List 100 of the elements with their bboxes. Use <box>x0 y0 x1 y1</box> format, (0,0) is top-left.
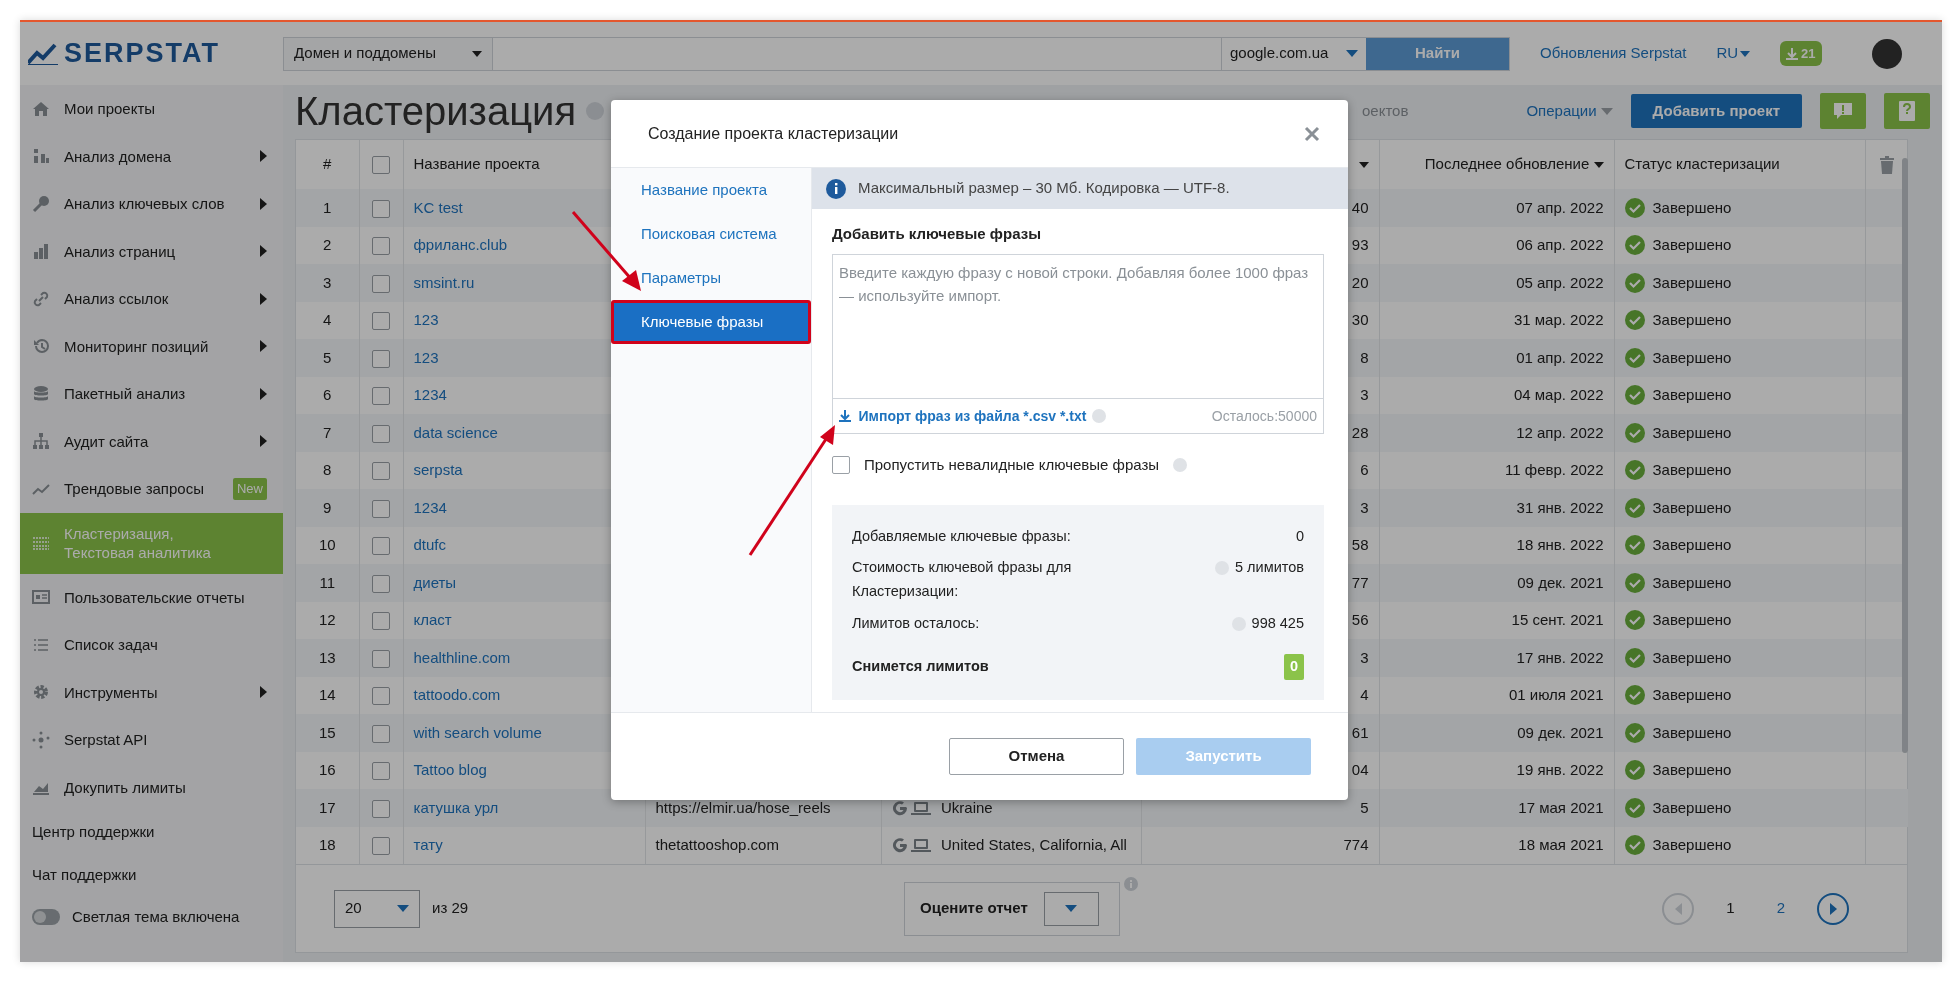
checkbox[interactable] <box>372 649 390 668</box>
checkbox[interactable] <box>372 156 390 175</box>
page-link[interactable]: 1 <box>1716 897 1745 920</box>
checkbox[interactable] <box>372 687 390 706</box>
sidebar-link[interactable]: Центр поддержки <box>20 811 283 854</box>
summary-label: Добавляемые ключевые фразы: <box>852 526 1072 546</box>
feedback-button[interactable] <box>1820 93 1866 129</box>
help-button[interactable] <box>1884 93 1930 129</box>
sidebar-item[interactable]: Анализ страниц <box>20 227 283 275</box>
sidebar-item[interactable]: Мои проекты <box>20 85 283 133</box>
status-text: Завершено <box>1652 760 1732 780</box>
row-number: 2 <box>296 226 359 264</box>
status-text: Завершено <box>1652 347 1732 368</box>
toggle-switch[interactable] <box>32 909 60 926</box>
table-cell: 774 <box>1141 826 1379 864</box>
checkbox[interactable] <box>372 574 390 593</box>
project-link[interactable]: 123 <box>413 348 439 366</box>
add-project-button[interactable]: Добавить проект <box>1630 93 1802 129</box>
row-number: 15 <box>296 714 359 752</box>
project-link[interactable]: data science <box>413 423 498 441</box>
sidebar-item[interactable]: Трендовые запросы New <box>20 465 283 513</box>
sidebar-item[interactable]: Докупить лимиты <box>20 763 283 811</box>
checkbox[interactable] <box>372 612 390 631</box>
project-link[interactable]: 1234 <box>413 386 447 403</box>
project-link[interactable]: фриланс.club <box>413 236 508 253</box>
updates-link[interactable]: Обновления Serpstat <box>1540 42 1687 65</box>
project-link[interactable]: диеты <box>413 573 457 591</box>
alert-icon <box>1833 102 1853 120</box>
scrollbar[interactable] <box>1902 158 1908 753</box>
page-size-dropdown[interactable]: 20 <box>334 889 420 928</box>
keywords-textarea[interactable]: Введите каждую фразу с новой строки. Добавляя более 1000 фраз — используйте импорт. Импорт фраз из файла *.csv *.txt Осталось:50000 <box>832 253 1324 434</box>
sidebar-item[interactable]: Анализ ссылок <box>20 275 283 323</box>
project-link[interactable]: 1234 <box>413 498 447 516</box>
checkbox[interactable] <box>372 499 390 518</box>
avatar[interactable] <box>1871 38 1902 69</box>
import-link[interactable]: Импорт фраз из файла *.csv *.txt <box>839 405 1087 427</box>
check-circle-icon <box>1624 272 1645 293</box>
step-tab[interactable]: Ключевые фразы <box>611 300 811 344</box>
sidebar-item[interactable]: Пользовательские отчеты <box>20 573 283 621</box>
project-link[interactable]: tattoodo.com <box>413 686 501 703</box>
status-text: Завершено <box>1652 310 1732 330</box>
project-link[interactable]: dtufc <box>413 536 447 553</box>
sidebar-item[interactable]: Serpstat API <box>20 716 283 764</box>
project-link[interactable]: KC test <box>413 198 463 216</box>
status-text: Завершено <box>1652 572 1732 593</box>
operations-dropdown[interactable]: Операции <box>1526 99 1613 123</box>
checkbox[interactable] <box>372 199 390 218</box>
page-link[interactable]: 2 <box>1766 897 1795 920</box>
sidebar-link[interactable]: Чат поддержки <box>20 853 283 896</box>
total-pages: из 29 <box>432 898 469 919</box>
checkbox[interactable] <box>372 237 390 256</box>
project-link[interactable]: Tattoo blog <box>413 761 487 778</box>
row-number: 6 <box>296 376 359 414</box>
project-link[interactable]: класт <box>413 611 452 628</box>
checkbox[interactable] <box>372 387 390 406</box>
checkbox[interactable] <box>372 349 390 368</box>
status-text: Завершено <box>1652 610 1732 630</box>
sidebar-item[interactable]: Инструменты <box>20 668 283 716</box>
rating-dropdown[interactable] <box>1043 891 1099 926</box>
checkbox[interactable] <box>372 537 390 556</box>
check-circle-icon <box>1624 385 1645 406</box>
summary-label: Снимется лимитов <box>852 657 990 677</box>
checkbox[interactable] <box>372 312 390 331</box>
checkbox[interactable] <box>372 462 390 481</box>
cancel-button[interactable]: Отмена <box>949 738 1124 775</box>
caret-icon <box>1740 50 1751 57</box>
project-link[interactable]: катушка урл <box>413 798 499 816</box>
step-tab[interactable]: Поисковая система <box>611 212 811 256</box>
table-cell-text: United States, California, All <box>941 835 1127 855</box>
project-link[interactable]: 123 <box>413 311 439 328</box>
step-tab[interactable]: Параметры <box>611 256 811 300</box>
logo-icon <box>28 42 58 65</box>
summary-value: 998 425 <box>1251 614 1304 634</box>
sidebar-item[interactable]: Список задач <box>20 621 283 669</box>
checkbox[interactable] <box>832 456 850 475</box>
sidebar-item[interactable]: Анализ домена <box>20 132 283 180</box>
sidebar-item[interactable]: Пакетный анализ <box>20 370 283 418</box>
column-header[interactable]: Последнее обновление <box>1424 155 1590 173</box>
checkbox[interactable] <box>372 424 390 443</box>
project-link[interactable]: serpsta <box>413 461 463 478</box>
caret-left-icon <box>1674 902 1682 915</box>
caret-icon <box>397 905 409 912</box>
trash-icon[interactable] <box>1879 156 1894 175</box>
checkbox[interactable] <box>372 799 390 818</box>
sidebar-item[interactable]: Мониторинг позиций <box>20 322 283 370</box>
check-circle-icon <box>1624 535 1645 556</box>
checkbox[interactable] <box>372 837 390 856</box>
project-link[interactable]: тату <box>413 836 443 853</box>
checkbox[interactable] <box>372 274 390 293</box>
project-link[interactable]: healthline.com <box>413 648 511 666</box>
project-link[interactable]: smsint.ru <box>413 273 475 291</box>
checkbox[interactable] <box>372 724 390 743</box>
next-page-button[interactable] <box>1817 892 1849 925</box>
sidebar-item[interactable]: Аудит сайта <box>20 417 283 465</box>
language-dropdown[interactable]: RU <box>1716 42 1751 65</box>
checkbox[interactable] <box>372 762 390 781</box>
gear-icon <box>32 683 50 702</box>
check-circle-icon <box>1624 647 1645 668</box>
sidebar-item[interactable]: Анализ ключевых слов <box>20 180 283 228</box>
check-circle-icon <box>1624 722 1645 743</box>
